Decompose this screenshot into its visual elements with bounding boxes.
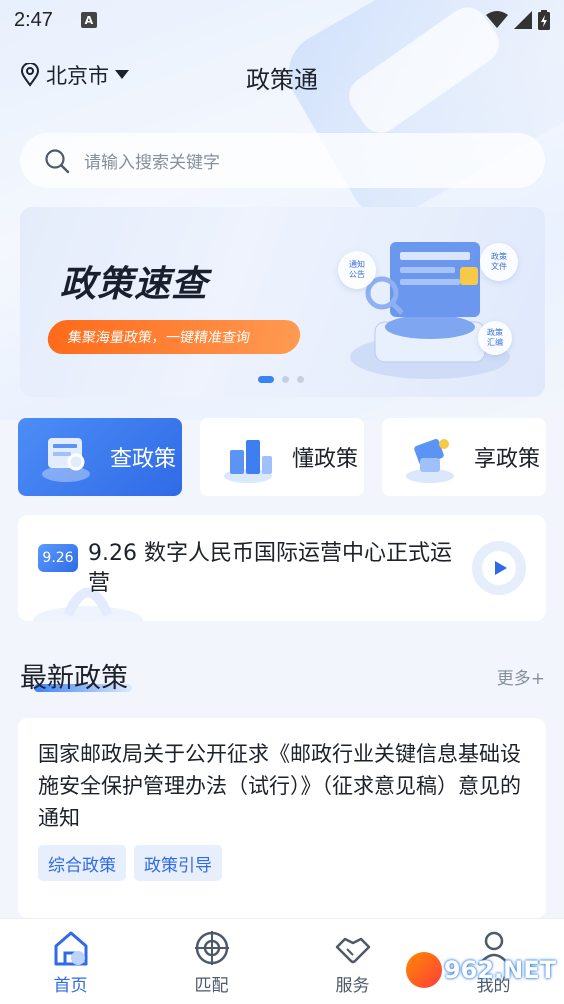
latest-policy-header: 最新政策 更多+ — [20, 656, 545, 696]
banner-illustration — [350, 242, 510, 379]
notification-icon: A — [80, 12, 97, 28]
banner-title: 政策速查 — [60, 264, 209, 305]
feature-search-policy[interactable]: 查政策 — [18, 418, 182, 496]
policy-title: 国家邮政局关于公开征求《邮政行业关键信息基础设施安全保护管理办法（试行）》（征求… — [38, 742, 521, 830]
section-title: 最新政策 — [20, 663, 128, 694]
home-icon — [54, 931, 87, 966]
signal-icon — [514, 11, 532, 29]
policy-tags: 综合政策 政策引导 — [38, 845, 222, 881]
banner-subtitle: 集聚海量政策，一键精准查询 — [66, 330, 251, 346]
handshake-icon — [335, 937, 370, 964]
feature-label: 享政策 — [474, 447, 541, 472]
feature-row: 查政策 懂政策 享政策 — [18, 418, 546, 496]
promo-banner[interactable]: 政策速查 集聚海量政策，一键精准查询 通知公告 政策文件 政策汇编 — [20, 207, 545, 397]
feature-label: 查政策 — [110, 447, 177, 472]
feature-understand-policy[interactable]: 懂政策 — [200, 418, 364, 496]
app-header: 北京市 政策通 — [0, 52, 564, 98]
pagination-dot[interactable] — [282, 376, 289, 383]
tab-label: 匹配 — [194, 976, 229, 996]
status-icons — [486, 10, 550, 30]
bubble-policy-compilation: 政策汇编 — [478, 321, 512, 355]
play-icon — [482, 551, 516, 585]
search-placeholder: 请输入搜索关键字 — [84, 153, 220, 173]
news-card[interactable]: 9.26 9.26 数字人民币国际运营中心正式运营 — [18, 515, 546, 621]
banner-subtitle-pill: 集聚海量政策，一键精准查询 — [45, 320, 303, 354]
status-time: 2:47 — [14, 8, 53, 31]
more-link[interactable]: 更多+ — [497, 664, 545, 689]
search-bar[interactable]: 请输入搜索关键字 — [20, 133, 545, 188]
battery-icon — [538, 10, 550, 30]
tab-label: 首页 — [53, 976, 88, 996]
feature-label: 懂政策 — [292, 447, 359, 472]
pagination-dot-active[interactable] — [258, 376, 274, 383]
page-title: 政策通 — [246, 66, 318, 94]
tab-service[interactable]: 服务 — [282, 919, 423, 1004]
search-icon — [45, 148, 70, 173]
banner-pagination — [258, 376, 304, 383]
news-headline: 9.26 数字人民币国际运营中心正式运营 — [88, 541, 452, 596]
policy-tag[interactable]: 政策引导 — [134, 845, 222, 881]
feature-enjoy-policy[interactable]: 享政策 — [382, 418, 546, 496]
match-icon — [194, 931, 229, 965]
search-policy-icon — [42, 438, 90, 482]
pagination-dot[interactable] — [297, 376, 304, 383]
tab-label: 服务 — [335, 976, 370, 996]
watermark-logo: 962.NET — [405, 952, 556, 988]
understand-policy-icon — [224, 440, 272, 483]
policy-card[interactable]: 国家邮政局关于公开征求《邮政行业关键信息基础设施安全保护管理办法（试行）》（征求… — [18, 718, 546, 918]
watermark-text: 962.NET — [443, 956, 556, 984]
status-bar: 2:47 A — [0, 0, 564, 40]
enjoy-policy-icon — [406, 439, 454, 483]
news-date-badge: 9.26 — [38, 544, 78, 572]
play-button[interactable] — [472, 541, 526, 595]
tab-match[interactable]: 匹配 — [141, 919, 282, 1004]
tab-home[interactable]: 首页 — [0, 919, 141, 1004]
bubble-policy-file: 政策文件 — [480, 243, 518, 281]
policy-tag[interactable]: 综合政策 — [38, 845, 126, 881]
wifi-icon — [486, 11, 508, 28]
watermark-circle — [405, 952, 442, 988]
bubble-notice: 通知公告 — [338, 251, 376, 289]
